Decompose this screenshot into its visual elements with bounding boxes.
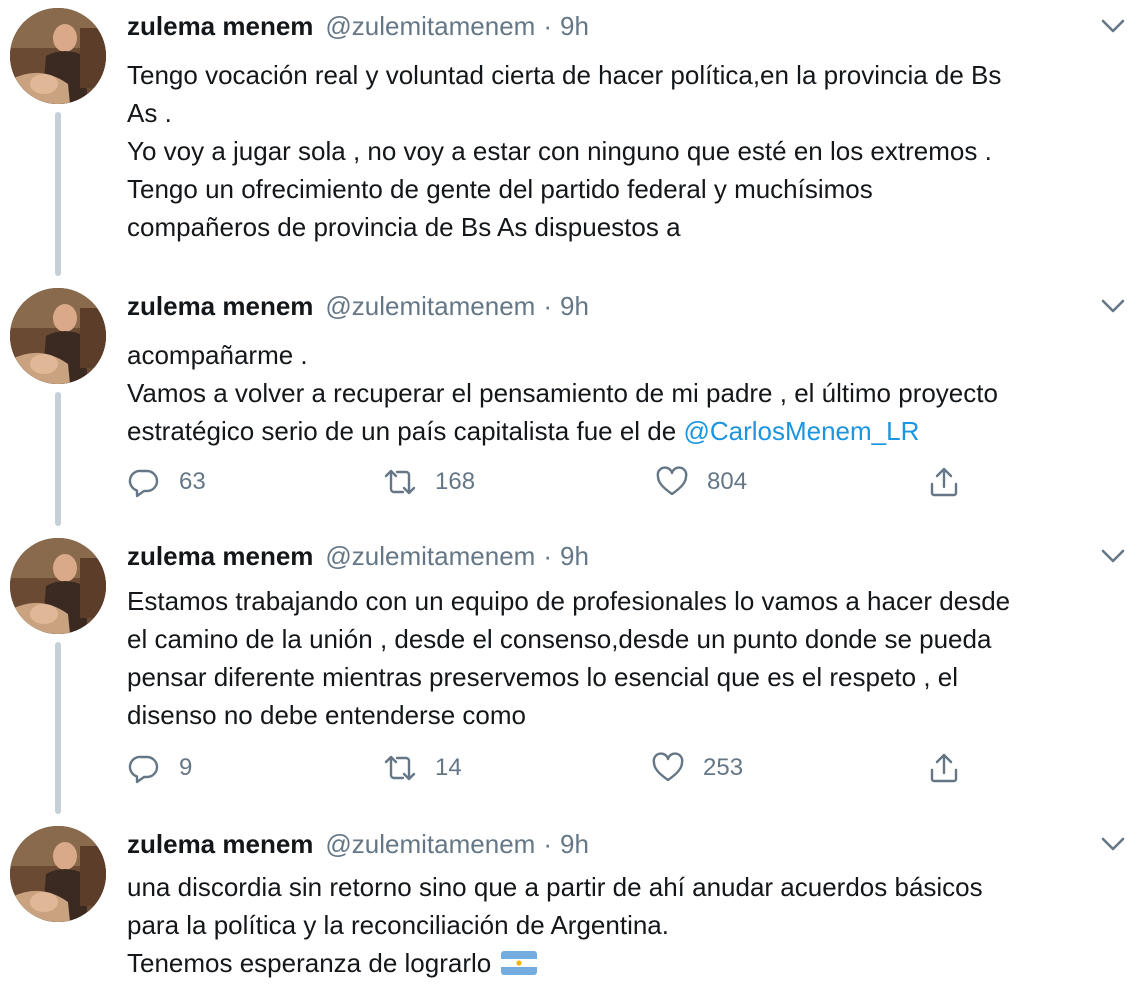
tweet-header: zulema menem @zulemitamenem · 9h: [127, 538, 589, 574]
tweet-line: As .: [127, 98, 172, 128]
author-handle[interactable]: @zulemitamenem: [325, 288, 535, 324]
separator: ·: [543, 291, 552, 321]
like-count: 253: [703, 754, 744, 781]
tweet-header: zulema menem @zulemitamenem · 9h: [127, 826, 589, 862]
author-handle[interactable]: @zulemitamenem: [325, 826, 535, 862]
retweet-icon: [383, 751, 417, 785]
tweet-line-text: Tenemos esperanza de lograrlo: [127, 948, 492, 978]
like-icon: [651, 751, 685, 785]
author-handle[interactable]: @zulemitamenem: [325, 8, 535, 44]
tweet-line: acompañarme .: [127, 340, 308, 370]
chevron-down-icon[interactable]: [1100, 16, 1126, 36]
separator: ·: [543, 11, 552, 41]
reply-count: 63: [179, 468, 206, 495]
tweet-text: una discordia sin retorno sino que a par…: [127, 868, 1117, 982]
tweet-line: para la política y la reconciliación de …: [127, 910, 669, 940]
tweet-header: zulema menem @zulemitamenem · 9h: [127, 8, 589, 44]
tweet-text: Tengo vocación real y voluntad cierta de…: [127, 56, 1117, 246]
chevron-down-icon[interactable]: [1100, 546, 1126, 566]
author-name[interactable]: zulema menem: [127, 288, 313, 324]
reply-icon: [127, 465, 161, 499]
tweet-line: Yo voy a jugar sola , no voy a estar con…: [127, 136, 992, 166]
retweet-count: 168: [435, 468, 476, 495]
tweet-actions: 63 168 804: [127, 464, 977, 500]
share-icon: [927, 465, 961, 499]
reply-button[interactable]: 63: [127, 464, 206, 500]
retweet-button[interactable]: 14: [383, 750, 462, 786]
share-icon: [927, 751, 961, 785]
avatar[interactable]: [10, 538, 106, 634]
like-count: 804: [707, 468, 748, 495]
argentina-flag-icon: [501, 951, 538, 975]
tweet-line: Vamos a volver a recuperar el pensamient…: [127, 378, 998, 408]
retweet-count: 14: [435, 754, 462, 781]
tweet-line: disenso no debe entenderse como: [127, 700, 526, 730]
tweet-line: compañeros de provincia de Bs As dispues…: [127, 212, 681, 242]
separator: ·: [543, 541, 552, 571]
tweet-text: acompañarme . Vamos a volver a recuperar…: [127, 336, 1117, 450]
tweet-line-text: estratégico serio de un país capitalista…: [127, 416, 684, 446]
share-button[interactable]: [927, 464, 961, 500]
tweet-actions: 9 14 253: [127, 750, 977, 786]
tweet[interactable]: zulema menem @zulemitamenem · 9h Tengo v…: [0, 8, 1140, 258]
tweet-text: Estamos trabajando con un equipo de prof…: [127, 582, 1117, 734]
retweet-button[interactable]: 168: [383, 464, 475, 500]
timestamp[interactable]: 9h: [560, 826, 589, 862]
timestamp[interactable]: 9h: [560, 288, 589, 324]
tweet[interactable]: zulema menem @zulemitamenem · 9h acompañ…: [0, 288, 1140, 518]
tweet-line: el camino de la unión , desde el consens…: [127, 624, 992, 654]
reply-icon: [127, 751, 161, 785]
chevron-down-icon[interactable]: [1100, 834, 1126, 854]
tweet-line: estratégico serio de un país capitalista…: [127, 412, 1117, 450]
tweet-line: pensar diferente mientras preservemos lo…: [127, 662, 958, 692]
retweet-icon: [383, 465, 417, 499]
like-button[interactable]: 804: [655, 464, 747, 500]
chevron-down-icon[interactable]: [1100, 296, 1126, 316]
tweet-line: una discordia sin retorno sino que a par…: [127, 872, 983, 902]
timestamp[interactable]: 9h: [560, 8, 589, 44]
mention-link[interactable]: @CarlosMenem_LR: [683, 416, 919, 446]
tweet-line: Estamos trabajando con un equipo de prof…: [127, 586, 1011, 616]
author-name[interactable]: zulema menem: [127, 826, 313, 862]
tweet-line: Tengo un ofrecimiento de gente del parti…: [127, 174, 873, 204]
reply-count: 9: [179, 754, 193, 781]
avatar[interactable]: [10, 8, 106, 104]
author-name[interactable]: zulema menem: [127, 8, 313, 44]
separator: ·: [543, 829, 552, 859]
tweet-header: zulema menem @zulemitamenem · 9h: [127, 288, 589, 324]
tweet-line: Tengo vocación real y voluntad cierta de…: [127, 60, 1002, 90]
tweet[interactable]: zulema menem @zulemitamenem · 9h Estamos…: [0, 538, 1140, 808]
tweet[interactable]: zulema menem @zulemitamenem · 9h una dis…: [0, 826, 1140, 996]
like-icon: [655, 465, 689, 499]
avatar[interactable]: [10, 826, 106, 922]
share-button[interactable]: [927, 750, 961, 786]
tweet-line: Tenemos esperanza de lograrlo: [127, 944, 1117, 982]
avatar[interactable]: [10, 288, 106, 384]
author-name[interactable]: zulema menem: [127, 538, 313, 574]
timestamp[interactable]: 9h: [560, 538, 589, 574]
like-button[interactable]: 253: [651, 750, 743, 786]
reply-button[interactable]: 9: [127, 750, 192, 786]
author-handle[interactable]: @zulemitamenem: [325, 538, 535, 574]
